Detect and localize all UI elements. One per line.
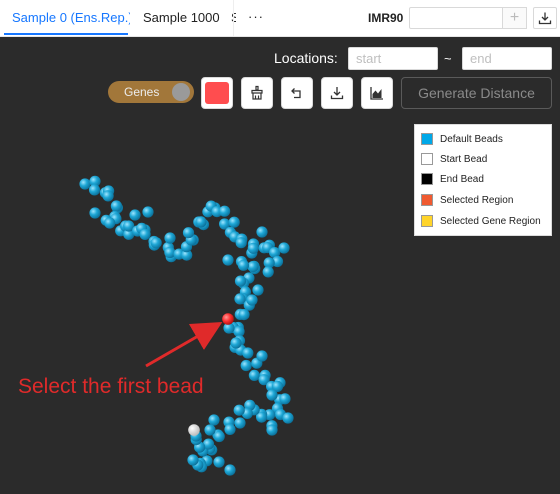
annotation-arrow bbox=[145, 322, 223, 368]
bead[interactable] bbox=[234, 417, 246, 429]
undo-icon bbox=[291, 88, 301, 99]
bead[interactable] bbox=[247, 261, 259, 273]
area-chart-icon bbox=[370, 87, 383, 100]
bead[interactable] bbox=[256, 350, 268, 362]
bead[interactable] bbox=[246, 294, 258, 306]
erase-icon bbox=[251, 85, 263, 100]
bead[interactable] bbox=[242, 347, 254, 359]
tabs-more-button[interactable]: ··· bbox=[248, 0, 264, 36]
genes-toggle-knob bbox=[172, 83, 190, 101]
bead[interactable] bbox=[238, 309, 250, 321]
location-separator: ~ bbox=[444, 51, 452, 66]
selected-bead[interactable] bbox=[222, 313, 234, 325]
bead[interactable] bbox=[182, 227, 195, 239]
bead[interactable] bbox=[208, 414, 220, 426]
tab-sample-0[interactable]: Sample 0 (Ens.Rep.) bbox=[12, 0, 130, 36]
erase-selection-button[interactable] bbox=[241, 77, 273, 109]
bead[interactable] bbox=[204, 424, 216, 436]
genes-toggle[interactable]: Genes bbox=[108, 81, 194, 103]
bead[interactable] bbox=[282, 412, 294, 424]
bead[interactable] bbox=[247, 242, 259, 254]
cell-line-input[interactable] bbox=[409, 7, 503, 29]
annotation-text: Select the first bead bbox=[18, 375, 204, 398]
bead[interactable] bbox=[248, 369, 260, 381]
bead[interactable] bbox=[256, 226, 268, 238]
bead[interactable] bbox=[234, 293, 246, 305]
download-icon bbox=[538, 12, 552, 25]
bead[interactable] bbox=[129, 209, 141, 221]
bead[interactable] bbox=[233, 404, 245, 416]
chromosome-3d-viewer[interactable] bbox=[0, 112, 560, 494]
bead[interactable] bbox=[213, 456, 225, 468]
start-bead[interactable] bbox=[188, 424, 200, 436]
bead[interactable] bbox=[89, 207, 101, 219]
download-icon bbox=[330, 87, 344, 100]
bead[interactable] bbox=[262, 266, 274, 278]
bead[interactable] bbox=[150, 237, 162, 249]
tab-sample-1000[interactable]: Sample 1000 bbox=[143, 0, 223, 36]
undo-button[interactable] bbox=[281, 77, 313, 109]
bead[interactable] bbox=[266, 389, 278, 401]
bead[interactable] bbox=[187, 454, 199, 466]
bead[interactable] bbox=[240, 359, 252, 372]
locations-label: Locations: bbox=[274, 50, 338, 66]
bead[interactable] bbox=[237, 259, 250, 271]
color-picker-button[interactable] bbox=[201, 77, 233, 109]
bead[interactable] bbox=[230, 337, 242, 349]
bead[interactable] bbox=[224, 423, 236, 435]
location-start-input[interactable] bbox=[348, 47, 438, 70]
bead[interactable] bbox=[79, 178, 91, 190]
genes-toggle-label: Genes bbox=[124, 85, 160, 99]
add-cell-line-button[interactable]: + bbox=[503, 7, 527, 29]
bead[interactable] bbox=[102, 190, 114, 202]
top-bar: Sample 0 (Ens.Rep.) Sample 1000 Sample 2… bbox=[0, 0, 560, 37]
color-picker-icon bbox=[205, 82, 229, 104]
tabs-divider bbox=[233, 0, 234, 36]
download-view-button[interactable] bbox=[321, 77, 353, 109]
chart-button[interactable] bbox=[361, 77, 393, 109]
bead[interactable] bbox=[266, 424, 278, 436]
bead[interactable] bbox=[88, 184, 101, 196]
bead[interactable] bbox=[219, 205, 231, 217]
bead[interactable] bbox=[279, 393, 291, 405]
bead[interactable] bbox=[195, 216, 207, 228]
bead[interactable] bbox=[142, 206, 154, 218]
bead[interactable] bbox=[139, 228, 151, 240]
bead[interactable] bbox=[104, 217, 116, 229]
bead[interactable] bbox=[228, 216, 240, 228]
active-tab-indicator bbox=[4, 33, 128, 35]
bead[interactable] bbox=[224, 464, 236, 476]
bead[interactable] bbox=[110, 200, 122, 212]
download-button[interactable] bbox=[533, 7, 557, 29]
location-end-input[interactable] bbox=[462, 47, 552, 70]
bead-chain[interactable] bbox=[79, 175, 294, 476]
bead[interactable] bbox=[235, 237, 247, 249]
bead[interactable] bbox=[252, 284, 264, 296]
bead[interactable] bbox=[278, 242, 290, 254]
bead[interactable] bbox=[213, 430, 225, 443]
generate-distance-button[interactable]: Generate Distance bbox=[401, 77, 552, 109]
bead[interactable] bbox=[222, 254, 234, 266]
cell-line-label: IMR90 bbox=[368, 11, 404, 25]
bead[interactable] bbox=[234, 275, 247, 287]
bead[interactable] bbox=[164, 232, 176, 244]
